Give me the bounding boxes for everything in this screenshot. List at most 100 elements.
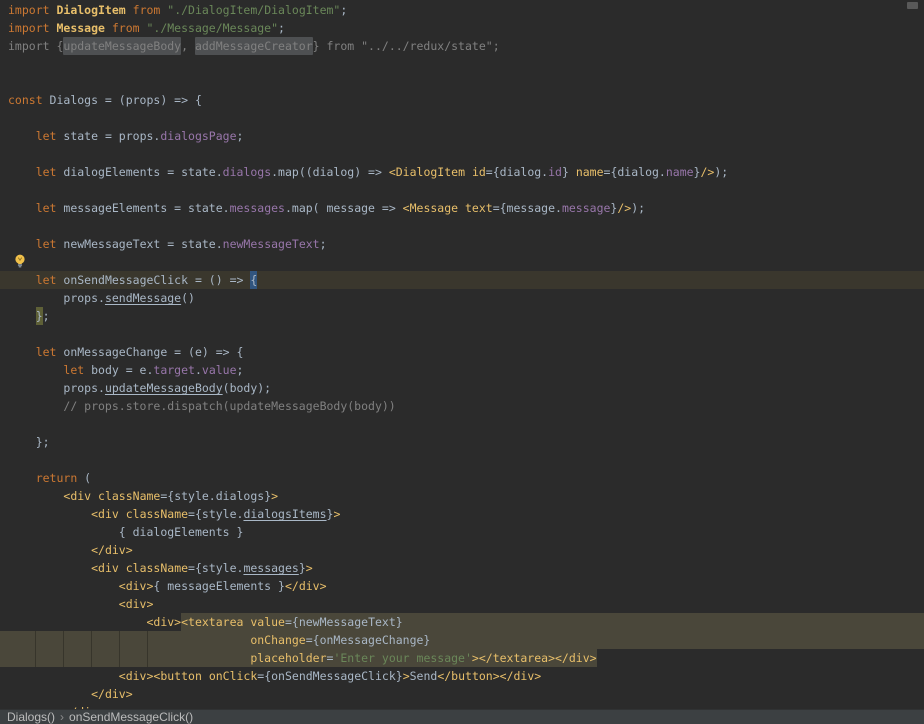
code-token: onMessageChange = (e) => { — [63, 345, 244, 359]
code-token: { dialogElements } — [118, 525, 244, 539]
code-token: .map( message => — [284, 201, 403, 215]
code-token: Dialogs = (props) => { — [49, 93, 202, 107]
code-line[interactable]: import {updateMessageBody, addMessageCre… — [0, 37, 924, 55]
code-line[interactable]: import DialogItem from "./DialogItem/Dia… — [0, 1, 924, 19]
code-token: . — [194, 363, 202, 377]
code-line[interactable]: props. sendMessage() — [0, 289, 924, 307]
intention-lightbulb-icon[interactable] — [12, 253, 28, 269]
code-token: text — [465, 201, 493, 215]
code-line[interactable]: let state = props. dialogsPage; — [0, 127, 924, 145]
code-token: let — [35, 273, 64, 287]
code-token: props. — [63, 291, 105, 305]
code-line[interactable] — [0, 415, 924, 433]
code-line[interactable]: placeholder = 'Enter your message' ></texta… — [0, 649, 924, 667]
code-token: <div> — [118, 579, 154, 593]
code-token: onClick — [208, 669, 258, 683]
indent-guide — [35, 631, 36, 667]
code-token: , — [181, 39, 195, 53]
code-token: messages — [229, 201, 285, 215]
code-line[interactable]: <div className ={style. dialogsItems} > — [0, 505, 924, 523]
code-line[interactable]: const Dialogs = (props) => { — [0, 91, 924, 109]
code-token: DialogItem — [56, 3, 126, 17]
code-token: let — [35, 129, 64, 143]
code-line[interactable] — [0, 253, 924, 271]
code-token: newMessageText — [222, 237, 320, 251]
selection-fill — [402, 613, 924, 631]
code-token: <div — [91, 561, 119, 575]
scrollbar-thumb[interactable] — [907, 2, 918, 9]
code-line[interactable]: let newMessageText = state. newMessageTex… — [0, 235, 924, 253]
code-line[interactable]: </div> — [0, 685, 924, 703]
code-line[interactable]: let onSendMessageClick = () => { — [0, 271, 924, 289]
code-token: Message — [56, 21, 105, 35]
code-token: ; — [236, 363, 244, 377]
code-line[interactable] — [0, 55, 924, 73]
code-token: ; — [340, 3, 348, 17]
code-line[interactable]: // props.store.dispatch(updateMessageBod… — [0, 397, 924, 415]
code-line[interactable]: import Message from "./Message/Message"; — [0, 19, 924, 37]
code-token: .map((dialog) => — [271, 165, 389, 179]
code-line[interactable]: let messageElements = state. messages .map… — [0, 199, 924, 217]
indent-guide — [119, 631, 120, 667]
code-area[interactable]: import DialogItem from "./DialogItem/Dia… — [0, 1, 924, 721]
code-token: <div — [63, 489, 92, 503]
code-token: "./Message/Message" — [146, 21, 279, 35]
code-line[interactable]: </div> — [0, 541, 924, 559]
code-line[interactable]: <div> <textarea value ={newMessageText} — [0, 613, 924, 631]
code-token: ); — [714, 165, 729, 179]
code-line[interactable] — [0, 109, 924, 127]
code-token: dialogElements = state. — [63, 165, 223, 179]
code-line[interactable] — [0, 451, 924, 469]
code-token: let — [35, 201, 64, 215]
code-line[interactable]: <div><button onClick ={onSendMessageClick… — [0, 667, 924, 685]
code-line[interactable]: let onMessageChange = (e) => { — [0, 343, 924, 361]
code-token: > — [402, 669, 410, 683]
code-line[interactable]: }; — [0, 307, 924, 325]
code-token: <div><button — [118, 669, 202, 683]
code-line[interactable] — [0, 325, 924, 343]
code-token: messageElements = state. — [63, 201, 230, 215]
code-line[interactable] — [0, 217, 924, 235]
code-line[interactable]: props. updateMessageBody (body); — [0, 379, 924, 397]
code-token: onSendMessageClick = () => — [63, 273, 251, 287]
code-line[interactable] — [0, 181, 924, 199]
breadcrumb-item-dialogs[interactable]: Dialogs() — [7, 710, 55, 724]
breadcrumb-item-onsendmessageclick[interactable]: onSendMessageClick() — [69, 710, 193, 724]
code-line[interactable]: <div>{ messageElements } </div> — [0, 577, 924, 595]
code-line[interactable]: { dialogElements } — [0, 523, 924, 541]
code-token: (body); — [222, 381, 272, 395]
code-token: let — [35, 165, 64, 179]
code-line[interactable]: <div className ={style.dialogs} > — [0, 487, 924, 505]
code-line[interactable] — [0, 73, 924, 91]
code-token: message — [561, 201, 611, 215]
code-token: <div> — [118, 597, 154, 611]
code-token: dialogsPage — [160, 129, 237, 143]
code-line[interactable]: }; — [0, 433, 924, 451]
code-line[interactable]: let dialogElements = state. dialogs .map((… — [0, 163, 924, 181]
code-token: import — [8, 3, 57, 17]
code-token: ; — [492, 39, 500, 53]
code-token: className — [98, 489, 161, 503]
code-token: </div> — [91, 543, 133, 557]
code-line[interactable]: <div className ={style. messages} > — [0, 559, 924, 577]
code-line[interactable]: return ( — [0, 469, 924, 487]
code-line[interactable]: <div> — [0, 595, 924, 613]
code-token: import { — [8, 39, 64, 53]
code-token: name — [665, 165, 694, 179]
code-line[interactable]: let body = e. target. value; — [0, 361, 924, 379]
code-line[interactable]: onChange ={onMessageChange} — [0, 631, 924, 649]
code-line[interactable] — [0, 145, 924, 163]
